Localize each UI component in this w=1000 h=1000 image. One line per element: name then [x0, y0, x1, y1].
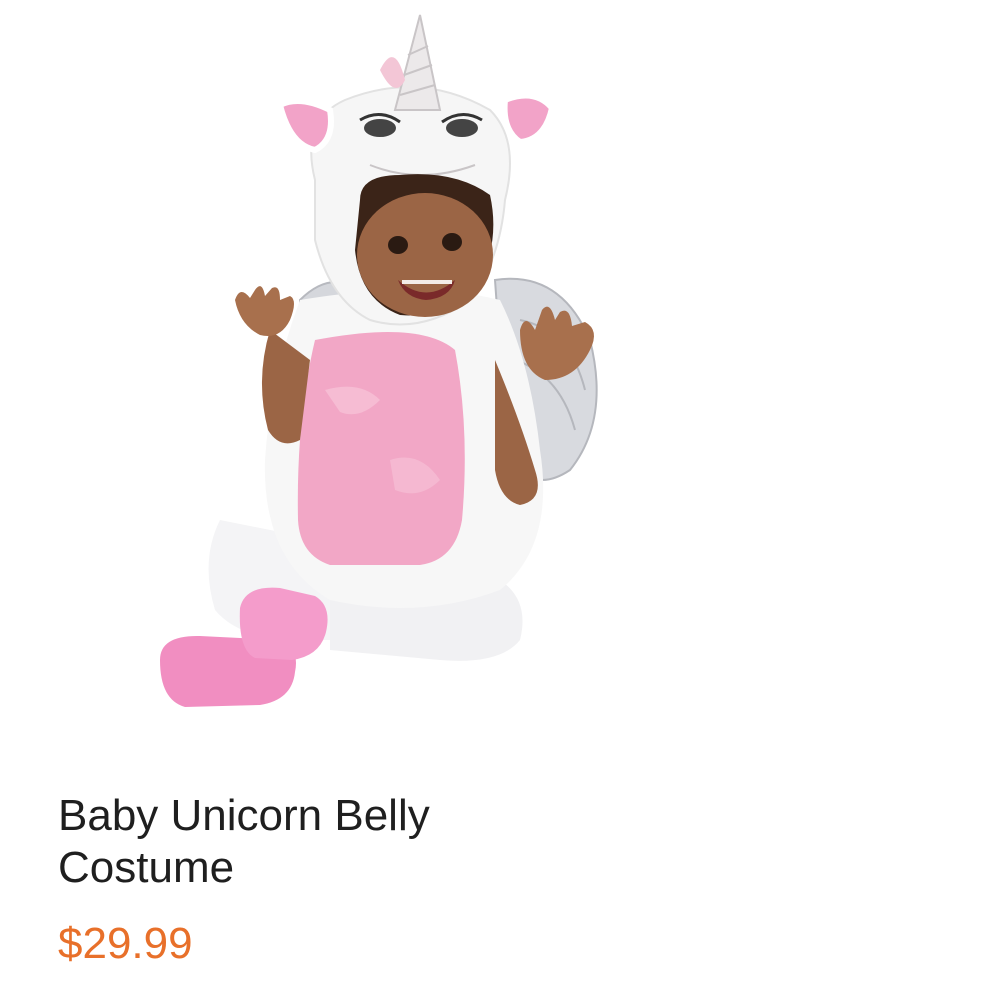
costume-booties	[160, 587, 328, 707]
product-title-line-2: Costume	[58, 843, 235, 892]
product-title[interactable]: Baby Unicorn Belly Costume	[58, 790, 658, 894]
product-title-line-1: Baby Unicorn Belly	[58, 791, 430, 840]
product-image[interactable]	[140, 10, 640, 720]
product-card[interactable]: Baby Unicorn Belly Costume $29.99	[0, 0, 1000, 1000]
baby-face	[355, 174, 494, 317]
product-price: $29.99	[58, 919, 193, 968]
